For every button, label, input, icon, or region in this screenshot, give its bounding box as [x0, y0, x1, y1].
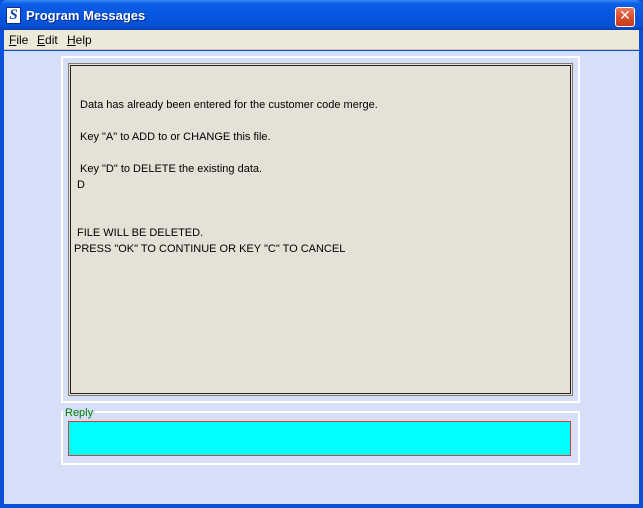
- message-line: Key "D" to DELETE the existing data.: [80, 163, 263, 175]
- reply-input[interactable]: [68, 421, 571, 456]
- message-line: PRESS "OK" TO CONTINUE OR KEY "C" TO CAN…: [74, 243, 346, 255]
- program-messages-window: S Program Messages ✕ File Edit Help Data…: [0, 0, 643, 508]
- app-icon: S: [6, 7, 21, 24]
- reply-label: Reply: [63, 407, 96, 420]
- menu-edit-label: dit: [45, 33, 58, 47]
- message-line: Data has already been entered for the cu…: [80, 99, 378, 111]
- close-button[interactable]: ✕: [615, 7, 635, 27]
- title-bar[interactable]: S Program Messages ✕: [0, 0, 643, 30]
- message-panel: Data has already been entered for the cu…: [68, 63, 573, 396]
- menu-bar: File Edit Help: [4, 30, 639, 50]
- client-area: Data has already been entered for the cu…: [4, 51, 639, 504]
- message-line: FILE WILL BE DELETED.: [77, 227, 204, 239]
- menu-help-label: elp: [75, 33, 92, 47]
- message-line: Key "A" to ADD to or CHANGE this file.: [80, 131, 271, 143]
- menu-edit-mnemonic: E: [37, 33, 46, 47]
- window-title: Program Messages: [26, 8, 146, 23]
- message-text-area: Data has already been entered for the cu…: [70, 65, 571, 394]
- menu-help[interactable]: Help: [67, 33, 92, 47]
- close-icon: ✕: [619, 8, 631, 24]
- menu-edit[interactable]: Edit: [37, 33, 58, 47]
- menu-file-label: ile: [16, 33, 29, 47]
- message-line: D: [77, 179, 85, 191]
- menu-help-mnemonic: H: [67, 33, 76, 47]
- menu-file[interactable]: File: [9, 33, 28, 47]
